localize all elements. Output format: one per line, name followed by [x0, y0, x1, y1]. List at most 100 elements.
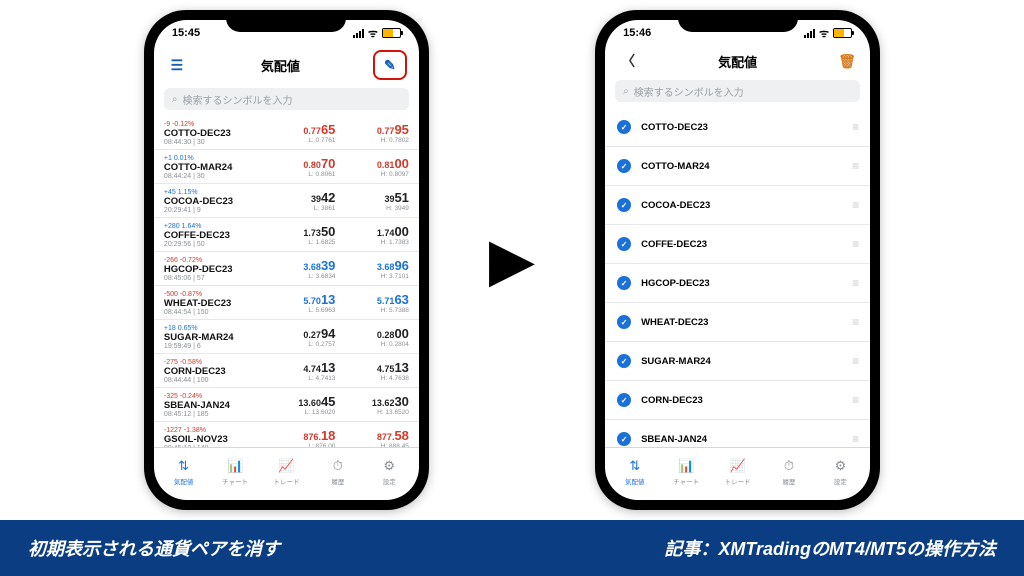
check-icon[interactable]: ✓: [617, 315, 631, 329]
ask-price: 13.6230: [335, 394, 409, 409]
search-input[interactable]: ⌕ 検索するシンボルを入力: [615, 80, 860, 102]
low-label: L: 1.6825: [262, 239, 336, 246]
battery-icon: [382, 28, 401, 38]
change-label: -325 -0.24%: [164, 393, 262, 400]
bid-price: 3.6839: [262, 258, 336, 273]
tab-トレード[interactable]: 📈トレード: [261, 458, 312, 486]
tab-icon: 📊: [227, 458, 243, 474]
drag-handle-icon[interactable]: ≡: [852, 159, 858, 173]
symbol-name: SBEAN-JAN24: [164, 400, 262, 411]
high-label: H: 13.6520: [335, 409, 409, 416]
bid-price: 1.7350: [262, 224, 336, 239]
symbol-edit-row[interactable]: ✓CORN-DEC23≡: [605, 381, 870, 420]
change-label: +45 1.15%: [164, 189, 262, 196]
drag-handle-icon[interactable]: ≡: [852, 120, 858, 134]
change-label: -500 -0.87%: [164, 291, 262, 298]
symbol-edit-row[interactable]: ✓ HGCOP-DEC23≡: [605, 264, 870, 303]
symbol-name: SBEAN-JAN24: [641, 434, 852, 445]
drag-handle-icon[interactable]: ≡: [852, 393, 858, 407]
check-icon[interactable]: ✓: [617, 159, 631, 173]
symbol-row[interactable]: +280 1.64%COFFE-DEC2320:29:56 | 501.7350…: [154, 218, 419, 252]
symbol-row[interactable]: +18 0.65%SUGAR-MAR2419:59:49 | 60.2794L:…: [154, 320, 419, 354]
signal-icon: [804, 29, 815, 38]
check-icon[interactable]: ✓: [617, 432, 631, 446]
search-input[interactable]: ⌕ 検索するシンボルを入力: [164, 88, 409, 110]
trash-icon[interactable]: 🗑: [836, 50, 858, 72]
symbol-name: HGCOP-DEC23: [641, 278, 852, 289]
tab-label: トレード: [725, 476, 751, 486]
symbol-edit-row[interactable]: ✓COFFE-DEC23≡: [605, 225, 870, 264]
drag-handle-icon[interactable]: ≡: [852, 354, 858, 368]
ask-price: 0.2800: [335, 326, 409, 341]
symbol-edit-row[interactable]: ✓SUGAR-MAR24≡: [605, 342, 870, 381]
ask-price: 5.7163: [335, 292, 409, 307]
status-time: 15:45: [172, 27, 200, 39]
symbol-edit-row[interactable]: ✓WHEAT-DEC23≡: [605, 303, 870, 342]
timestamp: 20:29:41 | 9: [164, 207, 262, 214]
check-icon[interactable]: ✓: [617, 393, 631, 407]
symbol-name: HGCOP-DEC23: [164, 264, 262, 275]
bid-price: 4.7413: [262, 360, 336, 375]
timestamp: 08:45:12 | 185: [164, 411, 262, 418]
symbol-row[interactable]: -275 -0.58%CORN-DEC2308:44:44 | 1004.741…: [154, 354, 419, 388]
tab-トレード[interactable]: 📈トレード: [712, 458, 763, 486]
back-icon[interactable]: 〈: [617, 50, 639, 72]
check-icon[interactable]: ✓: [617, 237, 631, 251]
change-label: -1227 -1.38%: [164, 427, 262, 434]
tab-label: チャート: [673, 476, 699, 486]
symbol-edit-list[interactable]: ✓COTTO-DEC23≡✓COTTO-MAR24≡✓COCOA-DEC23≡✓…: [605, 108, 870, 447]
symbol-edit-row[interactable]: ✓ SBEAN-JAN24≡: [605, 420, 870, 447]
symbol-row[interactable]: -1227 -1.38%GSOIL-NOV2308:45:13 | 140876…: [154, 422, 419, 447]
drag-handle-icon[interactable]: ≡: [852, 432, 858, 446]
bid-price: 3942: [262, 190, 336, 205]
low-label: L: 0.7761: [262, 137, 336, 144]
menu-icon[interactable]: ☰: [166, 54, 188, 76]
tab-チャート[interactable]: 📊 チャート: [660, 458, 711, 486]
tab-設定[interactable]: ⚙設定: [364, 458, 415, 486]
tab-icon: 📊: [678, 458, 694, 474]
tab-履歴[interactable]: ⏱履歴: [763, 458, 814, 486]
symbol-row[interactable]: -266 -0.72%HGCOP-DEC2308:45:06 | 573.683…: [154, 252, 419, 286]
tab-気配値[interactable]: ⇅気配値: [158, 458, 209, 486]
symbol-name: COCOA-DEC23: [641, 200, 852, 211]
timestamp: 08:44:30 | 30: [164, 139, 262, 146]
change-label: -9 -0.12%: [164, 121, 262, 128]
symbol-edit-row[interactable]: ✓COTTO-MAR24≡: [605, 147, 870, 186]
search-placeholder: 検索するシンボルを入力: [634, 84, 744, 99]
page-title: 気配値: [639, 52, 836, 71]
tab-label: 気配値: [174, 476, 194, 486]
symbol-name: COCOA-DEC23: [164, 196, 262, 207]
tab-気配値[interactable]: ⇅気配値: [609, 458, 660, 486]
tab-icon: ⚙: [383, 458, 395, 474]
symbol-row[interactable]: +1 0.01%COTTO-MAR2408:44:24 | 300.8070L:…: [154, 150, 419, 184]
symbol-list[interactable]: -9 -0.12%COTTO-DEC2308:44:30 | 300.7765L…: [154, 116, 419, 447]
tabbar: ⇅気配値 📊 チャート 📈トレード⏱履歴⚙設定: [605, 447, 870, 500]
header: 〈 気配値 🗑: [605, 46, 870, 76]
header: ☰ 気配値 ✎: [154, 46, 419, 84]
tab-履歴[interactable]: ⏱履歴: [312, 458, 363, 486]
phone-right: 15:46 ᯤ 〈 気配値 🗑 ⌕ 検索するシンボルを入力 ✓COTTO-DEC…: [595, 10, 880, 510]
tab-label: 設定: [834, 476, 847, 486]
drag-handle-icon[interactable]: ≡: [852, 198, 858, 212]
tab-チャート[interactable]: 📊チャート: [209, 458, 260, 486]
symbol-name: SUGAR-MAR24: [164, 332, 262, 343]
low-label: L: 13.6020: [262, 409, 336, 416]
page-title: 気配値: [188, 56, 373, 75]
low-label: L: 0.2757: [262, 341, 336, 348]
drag-handle-icon[interactable]: ≡: [852, 276, 858, 290]
check-icon[interactable]: ✓: [617, 354, 631, 368]
symbol-row[interactable]: -500 -0.87%WHEAT-DEC2308:44:54 | 1505.70…: [154, 286, 419, 320]
symbol-edit-row[interactable]: ✓ COCOA-DEC23≡: [605, 186, 870, 225]
symbol-edit-row[interactable]: ✓COTTO-DEC23≡: [605, 108, 870, 147]
tab-icon: ⏱: [784, 458, 794, 474]
check-icon[interactable]: ✓: [617, 120, 631, 134]
edit-icon[interactable]: ✎: [373, 50, 407, 80]
symbol-row[interactable]: -9 -0.12%COTTO-DEC2308:44:30 | 300.7765L…: [154, 116, 419, 150]
symbol-row[interactable]: -325 -0.24%SBEAN-JAN2408:45:12 | 185 13.6…: [154, 388, 419, 422]
tab-設定[interactable]: ⚙設定: [815, 458, 866, 486]
check-icon[interactable]: ✓: [617, 276, 631, 290]
drag-handle-icon[interactable]: ≡: [852, 237, 858, 251]
check-icon[interactable]: ✓: [617, 198, 631, 212]
drag-handle-icon[interactable]: ≡: [852, 315, 858, 329]
symbol-row[interactable]: +45 1.15%COCOA-DEC2320:29:41 | 93942L: 3…: [154, 184, 419, 218]
